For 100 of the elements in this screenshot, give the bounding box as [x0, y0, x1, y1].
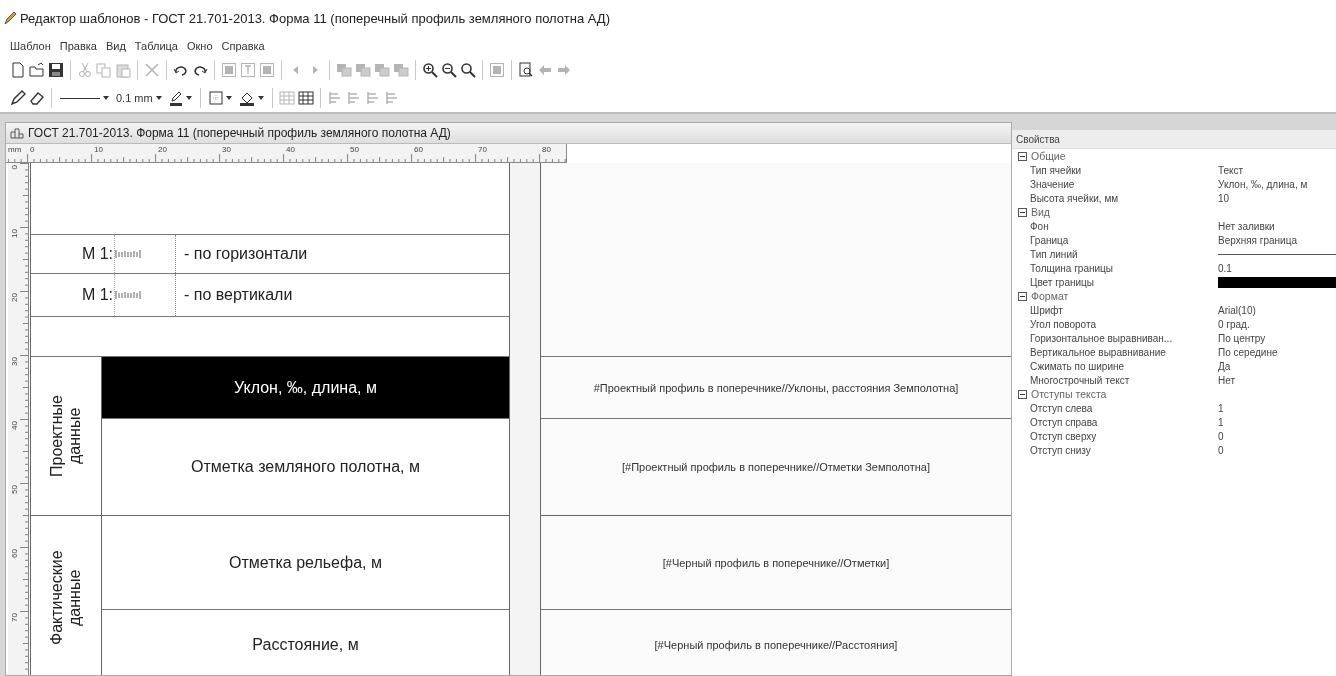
ruler-label: 70: [10, 613, 19, 622]
color-swatch[interactable]: [1218, 276, 1336, 288]
property-name: Шрифт: [1030, 304, 1064, 316]
property-name: Угол поворота: [1030, 318, 1097, 330]
ruler-label: 0: [10, 165, 19, 170]
menu-item[interactable]: Вид: [105, 40, 126, 52]
line-style-dropdown[interactable]: [58, 96, 111, 100]
property-group-label: Отступы текста: [1031, 388, 1107, 400]
ruler-label: 40: [286, 145, 295, 154]
folder-icon[interactable]: [29, 62, 45, 78]
caret-icon: [155, 96, 162, 100]
property-value[interactable]: 0 град.: [1218, 318, 1336, 330]
table-icon: [10, 127, 24, 139]
ruler-label: 30: [10, 357, 19, 366]
group-label: Проектные данные: [47, 394, 84, 479]
property-name: Граница: [1030, 234, 1070, 246]
line-style-swatch[interactable]: [1218, 253, 1336, 255]
caret-icon: [225, 96, 232, 100]
document-title: ГОСТ 21.701-2013. Форма 11 (поперечный профиль земляного полотна АД): [28, 126, 451, 140]
table-cell[interactable]: [#Черный профиль в поперечнике//Отметки]: [541, 516, 1011, 609]
group-label: Фактические данные: [47, 549, 84, 648]
preview-icon[interactable]: [518, 62, 534, 78]
property-value[interactable]: Верхняя граница: [1218, 234, 1336, 246]
property-name: Значение: [1030, 178, 1076, 190]
ruler-label: 10: [10, 229, 19, 238]
table-cell[interactable]: Расстояние, м: [102, 610, 509, 675]
menu-item[interactable]: Окно: [186, 40, 213, 52]
property-name: Отступ сверху: [1030, 430, 1098, 442]
property-value[interactable]: Arial(10): [1218, 304, 1336, 316]
property-value[interactable]: Нет: [1218, 374, 1336, 386]
table-cell[interactable]: #Проектный профиль в поперечнике//Уклоны, расстояния Земполотна]: [541, 357, 1011, 418]
ruler-label: 50: [350, 145, 359, 154]
menu-item[interactable]: Таблица: [134, 40, 178, 52]
property-name: Вертикальное выравнивание: [1030, 346, 1167, 358]
grid-icon[interactable]: [297, 90, 314, 106]
panel-title: Свойства: [1012, 130, 1336, 149]
ruler-label: 0: [30, 145, 35, 154]
property-name: Тип линий: [1030, 248, 1079, 260]
property-value[interactable]: По центру: [1218, 332, 1336, 344]
ruler-unit: mm: [8, 145, 22, 154]
ruler-label: 50: [10, 485, 19, 494]
table-cell[interactable]: М 1:: [31, 274, 114, 316]
caret-icon: [185, 96, 192, 100]
app-icon: [4, 11, 16, 25]
property-name: Тип ячейки: [1030, 164, 1083, 176]
property-name: Цвет границы: [1030, 276, 1095, 288]
border-dropdown[interactable]: [206, 91, 234, 105]
line-width-dropdown[interactable]: 0.1 mm: [114, 92, 164, 104]
table-cell[interactable]: Отметка земляного полотна, м: [102, 419, 509, 515]
property-name: Горизонтальное выравниван...: [1030, 332, 1174, 344]
menu-item[interactable]: Правка: [59, 40, 97, 52]
table-cell[interactable]: - по горизонтали: [176, 235, 509, 273]
table-cell[interactable]: - по вертикали: [176, 274, 509, 316]
zoom-out-icon[interactable]: [441, 62, 457, 78]
window-title: Редактор шаблонов - ГОСТ 21.701-2013. Форма 11 (поперечный профиль земляного полотна АД): [20, 10, 610, 26]
property-value[interactable]: 0.1: [1218, 262, 1336, 274]
menu-item[interactable]: Справка: [221, 40, 265, 52]
ruler-label: 60: [414, 145, 423, 154]
property-group-label: Вид: [1031, 206, 1050, 218]
property-name: Сжимать по ширине: [1030, 360, 1126, 372]
property-value[interactable]: По середине: [1218, 346, 1336, 358]
property-value[interactable]: Уклон, ‰, длина, м: [1218, 178, 1336, 190]
property-name: Отступ слева: [1030, 402, 1094, 414]
eraser-icon[interactable]: [29, 90, 45, 106]
property-group-label: Общие: [1031, 150, 1066, 162]
property-name: Высота ячейки, мм: [1030, 192, 1120, 204]
property-value[interactable]: 0: [1218, 444, 1336, 456]
collapse-icon[interactable]: [1018, 389, 1027, 399]
property-value[interactable]: Да: [1218, 360, 1336, 372]
property-name: Многострочный текст: [1030, 374, 1131, 386]
property-value[interactable]: Нет заливки: [1218, 220, 1336, 232]
ruler-label: 60: [10, 549, 19, 558]
document-icon[interactable]: [10, 62, 26, 78]
property-group-label: Формат: [1031, 290, 1069, 302]
caret-icon: [257, 96, 264, 100]
collapse-icon[interactable]: [1018, 151, 1027, 161]
ruler-label: 20: [158, 145, 167, 154]
table-cell[interactable]: [#Черный профиль в поперечнике//Расстояния]: [541, 610, 1011, 675]
property-value[interactable]: 1: [1218, 416, 1336, 428]
property-value[interactable]: Текст: [1218, 164, 1336, 176]
table-cell[interactable]: Отметка рельефа, м: [102, 516, 509, 609]
property-value[interactable]: 10: [1218, 192, 1336, 204]
property-name: Отступ справа: [1030, 416, 1099, 428]
magnifier-icon[interactable]: [460, 62, 476, 78]
table-cell[interactable]: Уклон, ‰, длина, м: [102, 357, 509, 418]
table-cell[interactable]: [541, 163, 1011, 356]
collapse-icon[interactable]: [1018, 291, 1027, 301]
collapse-icon[interactable]: [1018, 207, 1027, 217]
property-value[interactable]: 1: [1218, 402, 1336, 414]
ruler-label: 30: [222, 145, 231, 154]
property-value[interactable]: 0: [1218, 430, 1336, 442]
property-name: Толщина границы: [1030, 262, 1114, 274]
ruler-label: 80: [542, 145, 551, 154]
table-cell[interactable]: М 1:: [31, 235, 114, 273]
pencil-icon[interactable]: [10, 90, 26, 106]
ruler-label: 10: [94, 145, 103, 154]
table-cell[interactable]: [#Проектный профиль в поперечнике//Отметки Земполотна]: [541, 419, 1011, 515]
ruler-label: 20: [10, 293, 19, 302]
menu-item[interactable]: Шаблон: [10, 40, 51, 52]
zoom-in-icon[interactable]: [422, 62, 438, 78]
